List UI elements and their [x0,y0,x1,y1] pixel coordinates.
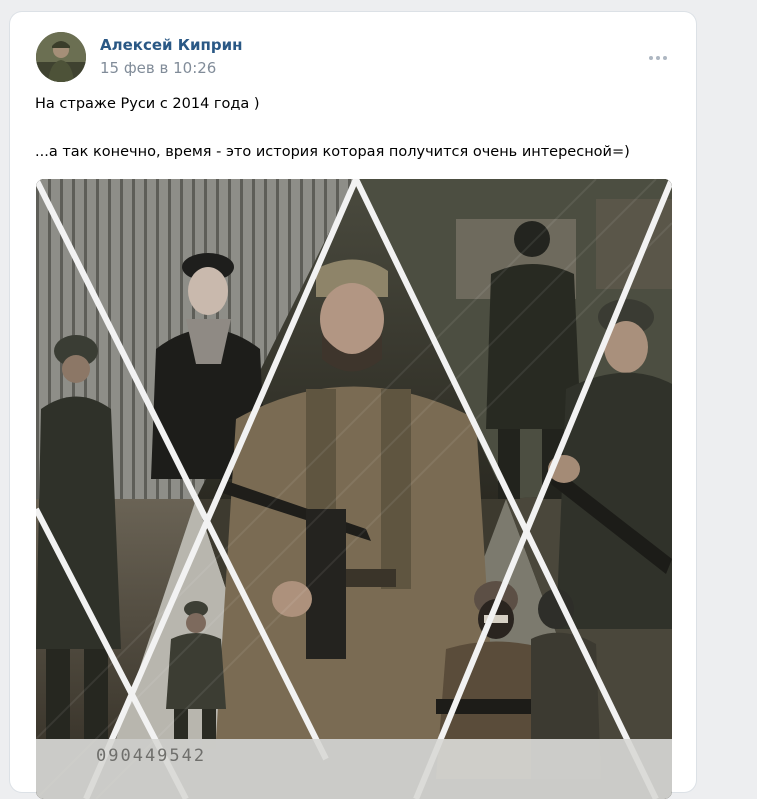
author-name-link[interactable]: Алексей Киприн [100,36,243,54]
post-image[interactable]: 090449542 [36,179,672,799]
author-avatar[interactable] [36,32,86,82]
post-text-line: На страже Руси с 2014 года ) [35,96,260,112]
post-card: Алексей Киприн 15 фев в 10:26 На страже … [10,12,696,799]
more-horizontal-icon [656,56,660,60]
collage-photo: 090449542 [36,179,672,799]
avatar-photo [36,32,86,82]
more-horizontal-icon [663,56,667,60]
more-horizontal-icon [649,56,653,60]
post-text-line: ...а так конечно, время - это история ко… [35,144,630,160]
post-menu-button[interactable] [646,48,670,68]
post-timestamp[interactable]: 15 фев в 10:26 [100,59,216,77]
post-text: На страже Руси с 2014 года ) ...а так ко… [35,94,675,162]
image-serial-number: 090449542 [96,746,206,766]
